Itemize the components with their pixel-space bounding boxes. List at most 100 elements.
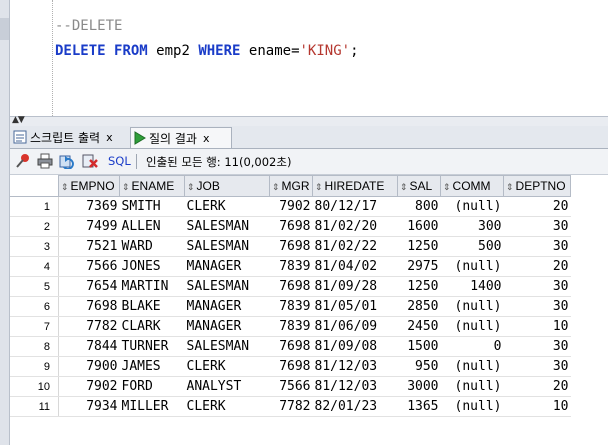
sort-icon[interactable]: ⇕ [506,182,514,192]
column-header-ename[interactable]: ⇕ ENAME [119,175,185,197]
row-number[interactable]: 11 [10,396,59,417]
cell-comm[interactable]: (null) [440,316,504,337]
cell-empno[interactable]: 7698 [58,296,120,317]
cell-mgr[interactable]: 7839 [269,296,313,317]
cell-ename[interactable]: BLAKE [119,296,185,317]
cell-empno[interactable]: 7654 [58,276,120,297]
cell-ename[interactable]: JAMES [119,356,185,377]
table-row[interactable]: 11 7934 MILLER CLERK 7782 82/01/23 1365 (null) 1… [10,396,571,417]
refresh-icon[interactable] [59,153,75,169]
cell-sal[interactable]: 1250 [397,276,441,297]
result-grid[interactable]: ⇕ EMPNO ⇕ ENAME ⇕ JOB ⇕ MGR ⇕ HIREDATE ⇕ SAL ⇕… [10,175,571,417]
table-row[interactable]: 1 7369 SMITH CLERK 7902 80/12/17 800 (null) 20 [10,196,571,217]
sort-icon[interactable]: ⇕ [400,182,408,192]
cell-sal[interactable]: 1500 [397,336,441,357]
sort-icon[interactable]: ⇕ [272,182,280,192]
table-row[interactable]: 10 7902 FORD ANALYST 7566 81/12/03 3000 (null) 2… [10,376,571,397]
cell-job[interactable]: MANAGER [184,256,270,277]
sort-icon[interactable]: ⇕ [443,182,451,192]
cell-sal[interactable]: 3000 [397,376,441,397]
cell-sal[interactable]: 2975 [397,256,441,277]
cell-hiredate[interactable]: 81/12/03 [312,356,398,377]
cell-hiredate[interactable]: 81/02/22 [312,236,398,257]
row-number[interactable]: 1 [10,196,59,217]
cell-ename[interactable]: JONES [119,256,185,277]
cell-ename[interactable]: FORD [119,376,185,397]
column-header-sal[interactable]: ⇕ SAL [397,175,441,197]
cell-empno[interactable]: 7566 [58,256,120,277]
cell-hiredate[interactable]: 81/04/02 [312,256,398,277]
row-number[interactable]: 5 [10,276,59,297]
row-number[interactable]: 6 [10,296,59,317]
cell-ename[interactable]: SMITH [119,196,185,217]
cell-job[interactable]: CLERK [184,356,270,377]
cell-sal[interactable]: 1600 [397,216,441,237]
cell-sal[interactable]: 2850 [397,296,441,317]
cell-deptno[interactable]: 20 [503,256,571,277]
cell-comm[interactable]: 300 [440,216,504,237]
cell-job[interactable]: SALESMAN [184,216,270,237]
row-number[interactable]: 3 [10,236,59,257]
cell-empno[interactable]: 7499 [58,216,120,237]
column-header-hiredate[interactable]: ⇕ HIREDATE [312,175,398,197]
tab-script-output[interactable]: 스크립트 출력 x [12,127,128,147]
cell-comm[interactable]: (null) [440,296,504,317]
cell-mgr[interactable]: 7902 [269,196,313,217]
cell-ename[interactable]: ALLEN [119,216,185,237]
column-header-job[interactable]: ⇕ JOB [184,175,270,197]
sort-icon[interactable]: ⇕ [61,182,69,192]
cell-mgr[interactable]: 7698 [269,276,313,297]
cell-empno[interactable]: 7844 [58,336,120,357]
sort-icon[interactable]: ⇕ [122,182,130,192]
cell-hiredate[interactable]: 81/12/03 [312,376,398,397]
cell-deptno[interactable]: 30 [503,356,571,377]
cell-deptno[interactable]: 10 [503,396,571,417]
cell-sal[interactable]: 950 [397,356,441,377]
cell-comm[interactable]: (null) [440,196,504,217]
sort-icon[interactable]: ⇕ [315,182,323,192]
splitter-arrows-icon[interactable]: ▲▼ [12,115,25,125]
cell-hiredate[interactable]: 81/05/01 [312,296,398,317]
delete-sql-icon[interactable] [82,153,98,169]
cell-ename[interactable]: MILLER [119,396,185,417]
cell-mgr[interactable]: 7839 [269,316,313,337]
cell-job[interactable]: SALESMAN [184,276,270,297]
table-row[interactable]: 9 7900 JAMES CLERK 7698 81/12/03 950 (null) 30 [10,356,571,377]
table-row[interactable]: 4 7566 JONES MANAGER 7839 81/04/02 2975 (null) 2… [10,256,571,277]
cell-deptno[interactable]: 30 [503,296,571,317]
cell-job[interactable]: SALESMAN [184,336,270,357]
cell-deptno[interactable]: 30 [503,216,571,237]
cell-empno[interactable]: 7902 [58,376,120,397]
table-row[interactable]: 8 7844 TURNER SALESMAN 7698 81/09/08 1500 0 30 [10,336,571,357]
close-icon[interactable]: x [106,131,113,144]
row-number[interactable]: 10 [10,376,59,397]
cell-comm[interactable]: (null) [440,376,504,397]
cell-mgr[interactable]: 7698 [269,236,313,257]
cell-mgr[interactable]: 7698 [269,216,313,237]
cell-hiredate[interactable]: 81/02/20 [312,216,398,237]
cell-sal[interactable]: 2450 [397,316,441,337]
table-row[interactable]: 6 7698 BLAKE MANAGER 7839 81/05/01 2850 (null) 3… [10,296,571,317]
cell-empno[interactable]: 7521 [58,236,120,257]
cell-ename[interactable]: TURNER [119,336,185,357]
cell-hiredate[interactable]: 81/06/09 [312,316,398,337]
table-row[interactable]: 3 7521 WARD SALESMAN 7698 81/02/22 1250 500 30 [10,236,571,257]
column-header-empno[interactable]: ⇕ EMPNO [58,175,120,197]
cell-deptno[interactable]: 10 [503,316,571,337]
table-row[interactable]: 7 7782 CLARK MANAGER 7839 81/06/09 2450 (null) 1… [10,316,571,337]
cell-deptno[interactable]: 20 [503,376,571,397]
cell-job[interactable]: CLERK [184,396,270,417]
row-number[interactable]: 2 [10,216,59,237]
row-number[interactable]: 4 [10,256,59,277]
cell-hiredate[interactable]: 82/01/23 [312,396,398,417]
table-row[interactable]: 5 7654 MARTIN SALESMAN 7698 81/09/28 1250 1400 3… [10,276,571,297]
cell-mgr[interactable]: 7698 [269,336,313,357]
cell-job[interactable]: MANAGER [184,296,270,317]
cell-mgr[interactable]: 7566 [269,376,313,397]
cell-empno[interactable]: 7900 [58,356,120,377]
column-header-mgr[interactable]: ⇕ MGR [269,175,313,197]
cell-mgr[interactable]: 7782 [269,396,313,417]
cell-hiredate[interactable]: 81/09/08 [312,336,398,357]
row-number[interactable]: 8 [10,336,59,357]
cell-deptno[interactable]: 20 [503,196,571,217]
